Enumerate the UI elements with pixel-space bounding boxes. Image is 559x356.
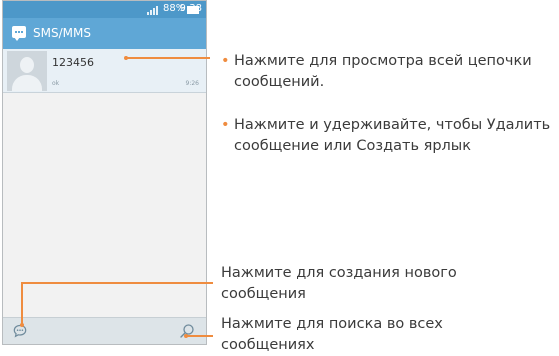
callout-dot-search [184,334,188,338]
annotation-long-press: • Нажмите и удерживайте, чтобы Удалить с… [221,115,551,157]
messages-app-icon [12,26,26,41]
contact-avatar-icon [7,51,47,91]
callout-line-search [186,335,213,337]
annotation-view-thread: • Нажмите для просмотра всей цепочки соо… [221,51,551,93]
bullet-marker: • [221,53,230,69]
annotation-search-text: Нажмите для поиска во всех сообщениях [221,316,443,353]
thread-sender: 123456 [52,56,94,69]
status-bar: 88% 9:38 [3,1,206,18]
annotation-long-press-text: Нажмите и удерживайте, чтобы Удалить соо… [234,117,551,154]
annotation-view-thread-text: Нажмите для просмотра всей цепочки сообщ… [234,53,532,90]
phone-screen: 88% 9:38 SMS/MMS 123456 ok 9:26 [2,0,207,345]
bottom-action-bar [3,317,206,344]
callout-line-new-message-horizontal [21,282,213,284]
signal-icon [147,5,161,15]
app-bar: SMS/MMS [3,18,206,49]
app-title: SMS/MMS [33,26,91,40]
message-thread-item[interactable]: 123456 ok 9:26 [3,49,206,93]
annotation-search: Нажмите для поиска во всех сообщениях [221,314,531,356]
annotation-new-message: Нажмите для создания нового сообщения [221,263,531,305]
callout-dot-thread [124,56,128,60]
bullet-marker: • [221,117,230,133]
thread-time: 9:26 [185,80,199,87]
callout-dot-new-message [20,323,24,327]
thread-preview: ok [52,80,60,87]
callout-line-new-message-vertical [21,282,23,325]
annotation-new-message-text: Нажмите для создания нового сообщения [221,265,457,302]
callout-line-thread [126,57,210,59]
status-time: 9:38 [179,3,202,14]
